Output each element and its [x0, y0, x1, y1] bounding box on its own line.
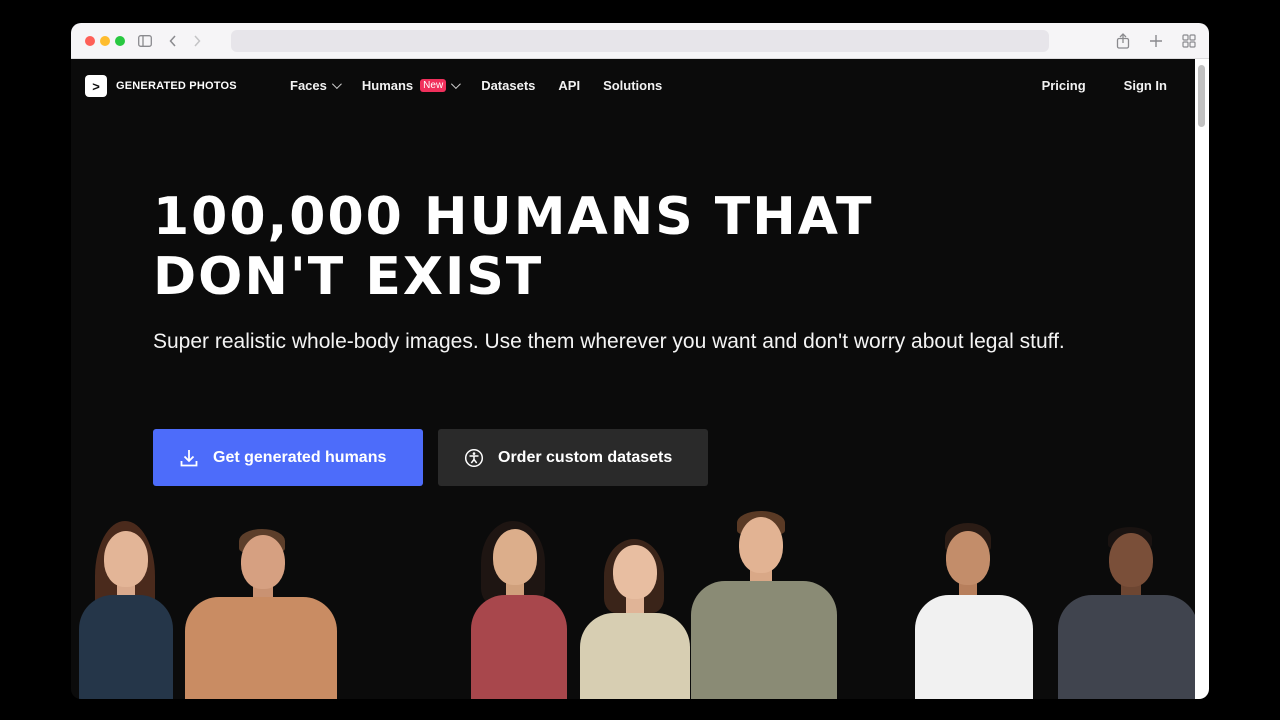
hero-title: 100,000 Humans that don't exist: [153, 187, 1113, 307]
nav-item-faces[interactable]: Faces: [290, 78, 342, 93]
page-scrollbar[interactable]: [1195, 59, 1209, 699]
minimize-window-button[interactable]: [100, 36, 110, 46]
tab-overview-icon[interactable]: [1179, 31, 1199, 51]
nav-item-datasets[interactable]: Datasets: [481, 78, 535, 93]
chevron-down-icon: [451, 79, 462, 90]
address-bar[interactable]: [231, 30, 1049, 52]
share-icon[interactable]: [1113, 31, 1133, 51]
human-figure: [71, 521, 181, 699]
back-icon[interactable]: [163, 31, 183, 51]
brand-name: GENERATED PHOTOS: [116, 80, 237, 92]
human-figure: [689, 511, 839, 699]
download-icon: [179, 448, 199, 468]
main-nav: Faces Humans New Datasets API Solutions: [290, 78, 685, 93]
new-badge: New: [420, 79, 447, 92]
new-tab-icon[interactable]: [1146, 31, 1166, 51]
hero-title-line-1: 100,000 Humans that: [153, 187, 874, 247]
nav-item-api[interactable]: API: [558, 78, 580, 93]
sign-in-link[interactable]: Sign In: [1124, 78, 1167, 93]
browser-toolbar: [71, 23, 1209, 59]
maximize-window-button[interactable]: [115, 36, 125, 46]
hero-subtitle: Super realistic whole-body images. Use t…: [153, 330, 1065, 353]
accessibility-icon: [464, 448, 484, 468]
human-figure: [181, 529, 341, 699]
nav-item-label: Faces: [290, 78, 327, 93]
human-figure: [1056, 527, 1195, 699]
nav-item-humans[interactable]: Humans New: [361, 78, 462, 93]
logo-icon: >: [85, 75, 107, 97]
human-figure: [909, 523, 1039, 699]
human-figure: [463, 521, 575, 699]
primary-cta-label: Get generated humans: [213, 448, 387, 466]
generated-humans-gallery: [71, 509, 1195, 699]
browser-window: > GENERATED PHOTOS Faces Humans New Data…: [71, 23, 1209, 699]
human-figure: [576, 539, 694, 699]
order-custom-datasets-button[interactable]: Order custom datasets: [438, 429, 708, 486]
nav-item-pricing[interactable]: Pricing: [1042, 78, 1086, 93]
secondary-cta-label: Order custom datasets: [498, 448, 673, 466]
nav-item-solutions[interactable]: Solutions: [603, 78, 662, 93]
scrollbar-thumb[interactable]: [1198, 65, 1205, 127]
sidebar-icon[interactable]: [135, 31, 155, 51]
nav-item-label: Humans: [361, 78, 414, 93]
forward-icon[interactable]: [187, 31, 207, 51]
get-generated-humans-button[interactable]: Get generated humans: [153, 429, 423, 486]
account-nav: Pricing Sign In: [1004, 78, 1167, 93]
site-logo[interactable]: > GENERATED PHOTOS: [85, 75, 237, 97]
web-page: > GENERATED PHOTOS Faces Humans New Data…: [71, 59, 1195, 699]
hero-title-line-2: don't exist: [153, 247, 544, 307]
close-window-button[interactable]: [85, 36, 95, 46]
chevron-down-icon: [331, 79, 342, 90]
